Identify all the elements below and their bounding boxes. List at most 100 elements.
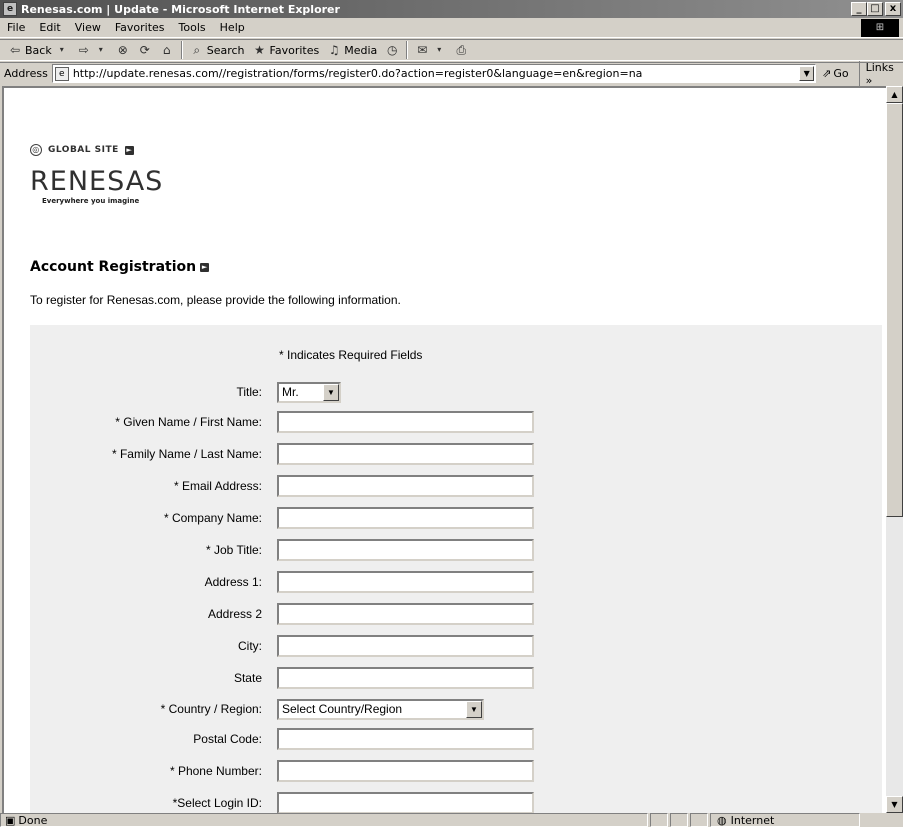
- form-row-postal-code: Postal Code:: [4, 728, 544, 750]
- minimize-button[interactable]: _: [851, 2, 867, 16]
- maximize-button[interactable]: □: [867, 2, 883, 16]
- form-row-job-title: * Job Title:: [4, 539, 544, 561]
- address-input[interactable]: e http://update.renesas.com//registratio…: [51, 64, 817, 83]
- form-row-email: * Email Address:: [4, 475, 544, 497]
- form-row-last-name: * Family Name / Last Name:: [4, 443, 544, 465]
- status-cell: [650, 813, 668, 827]
- title-label: Title:: [236, 385, 262, 399]
- phone-field[interactable]: [277, 760, 534, 782]
- global-site-link[interactable]: ◎ GLOBAL SITE ►: [30, 144, 134, 156]
- history-button[interactable]: ◷: [381, 40, 403, 60]
- page-viewport: ◎ GLOBAL SITE ► RENESAS Everywhere you i…: [2, 86, 886, 813]
- status-bar: ▣ Done ◍ Internet: [0, 813, 903, 827]
- stop-button[interactable]: ⊗: [112, 40, 134, 60]
- arrow-box-icon: ►: [200, 262, 210, 272]
- refresh-button[interactable]: ⟳: [134, 40, 156, 60]
- scroll-up-button[interactable]: ▲: [886, 86, 903, 103]
- status-cell: [670, 813, 688, 827]
- window-title-bar: e Renesas.com | Update - Microsoft Inter…: [0, 0, 903, 18]
- page-icon: e: [54, 66, 69, 81]
- close-button[interactable]: x: [885, 2, 901, 16]
- postal-code-field[interactable]: [277, 728, 534, 750]
- toolbar-separator: [180, 41, 183, 59]
- state-field[interactable]: [277, 667, 534, 689]
- last-name-label: * Family Name / Last Name:: [111, 447, 262, 461]
- address2-field[interactable]: [277, 603, 534, 625]
- favorites-button[interactable]: ★ Favorites: [249, 40, 324, 60]
- job-title-field[interactable]: [277, 539, 534, 561]
- back-button[interactable]: ⇦ Back ▾: [4, 40, 73, 60]
- address-bar: Address e http://update.renesas.com//reg…: [0, 60, 903, 87]
- search-label: Search: [206, 43, 245, 57]
- address1-field[interactable]: [277, 571, 534, 593]
- home-icon: ⌂: [162, 43, 171, 57]
- scroll-thumb[interactable]: [886, 103, 903, 517]
- menu-favorites[interactable]: Favorites: [108, 21, 172, 34]
- login-id-field[interactable]: [277, 792, 534, 813]
- form-row-first-name: * Given Name / First Name:: [4, 411, 544, 433]
- menu-bar: File Edit View Favorites Tools Help ⊞: [0, 18, 903, 38]
- first-name-field[interactable]: [277, 411, 534, 433]
- forward-button[interactable]: ⇨ ▾: [73, 40, 112, 60]
- company-label: * Company Name:: [163, 511, 262, 525]
- go-arrow-icon: ⇗: [822, 67, 832, 80]
- address-dropdown-button[interactable]: ▼: [799, 66, 815, 81]
- vertical-scrollbar[interactable]: ▲ ▼: [886, 86, 903, 813]
- country-select[interactable]: Select Country/Region ▼: [277, 698, 484, 720]
- state-label: State: [233, 671, 262, 685]
- last-name-field[interactable]: [277, 443, 534, 465]
- search-button[interactable]: ⌕ Search: [186, 40, 249, 60]
- history-icon: ◷: [387, 43, 398, 57]
- scroll-down-button[interactable]: ▼: [886, 796, 903, 813]
- form-row-country: * Country / Region: Select Country/Regio…: [4, 698, 544, 720]
- company-field[interactable]: [277, 507, 534, 529]
- window-title: Renesas.com | Update - Microsoft Interne…: [21, 2, 340, 16]
- links-button[interactable]: Links »: [858, 60, 903, 87]
- ie-page-icon: e: [3, 2, 17, 16]
- address1-label: Address 1:: [204, 575, 262, 589]
- postal-code-label: Postal Code:: [193, 732, 262, 746]
- menu-view[interactable]: View: [68, 21, 108, 34]
- zone-label: Internet: [730, 813, 775, 827]
- chevron-down-icon: ▾: [98, 45, 103, 54]
- home-button[interactable]: ⌂: [156, 40, 178, 60]
- forward-arrow-icon: ⇨: [78, 43, 89, 57]
- logo-tagline: Everywhere you imagine: [42, 197, 140, 205]
- arrow-box-icon: ►: [124, 145, 134, 155]
- go-button[interactable]: ⇗ Go: [822, 67, 848, 80]
- email-label: * Email Address:: [173, 479, 262, 493]
- country-label: * Country / Region:: [160, 702, 262, 716]
- menu-help[interactable]: Help: [213, 21, 252, 34]
- title-select[interactable]: Mr. ▼: [277, 381, 341, 403]
- refresh-icon: ⟳: [139, 43, 150, 57]
- favorites-label: Favorites: [269, 43, 320, 57]
- window-controls: _ □ x: [851, 2, 901, 16]
- email-field[interactable]: [277, 475, 534, 497]
- menu-file[interactable]: File: [0, 21, 32, 34]
- login-id-label: *Select Login ID:: [172, 796, 262, 810]
- mail-button[interactable]: ✉ ▾: [411, 40, 450, 60]
- title-select-value: Mr.: [282, 385, 299, 399]
- menu-edit[interactable]: Edit: [32, 21, 67, 34]
- chevron-down-icon[interactable]: ▼: [323, 383, 339, 401]
- intro-text: To register for Renesas.com, please prov…: [30, 293, 401, 307]
- chevron-down-icon: ▾: [59, 45, 64, 54]
- menu-tools[interactable]: Tools: [172, 21, 213, 34]
- city-label: City:: [238, 639, 262, 653]
- address-url: http://update.renesas.com//registration/…: [72, 67, 643, 80]
- media-button[interactable]: ♫ Media: [323, 40, 381, 60]
- renesas-logo[interactable]: RENESAS: [30, 166, 163, 197]
- city-field[interactable]: [277, 635, 534, 657]
- chevron-down-icon[interactable]: ▼: [466, 700, 482, 718]
- mail-icon: ✉: [417, 43, 428, 57]
- required-fields-note: * Indicates Required Fields: [279, 348, 423, 362]
- form-row-company: * Company Name:: [4, 507, 544, 529]
- page-done-icon: ▣: [5, 813, 16, 827]
- form-row-phone: * Phone Number:: [4, 760, 544, 782]
- status-cell: [690, 813, 708, 827]
- media-icon: ♫: [328, 43, 340, 57]
- print-button[interactable]: ⎙: [450, 40, 472, 60]
- chevron-down-icon: ▾: [437, 45, 442, 54]
- go-label: Go: [833, 67, 849, 80]
- form-row-address1: Address 1:: [4, 571, 544, 593]
